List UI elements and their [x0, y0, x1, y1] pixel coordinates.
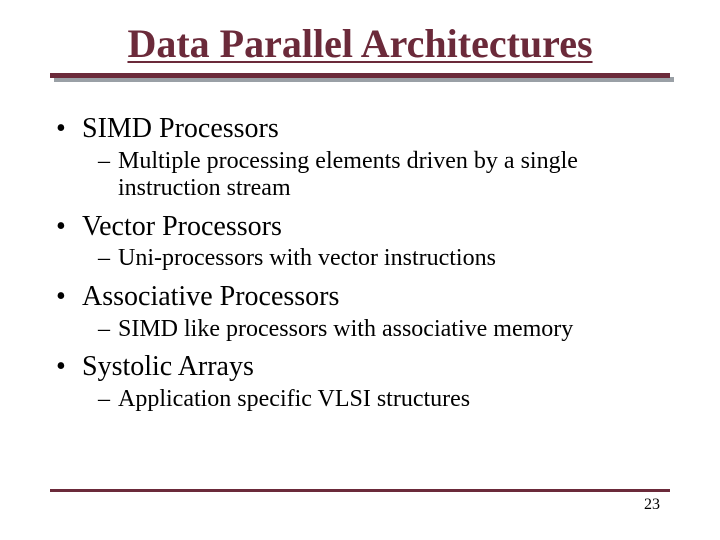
sub-bullet-text: Application specific VLSI structures [118, 386, 470, 414]
bullet-text: Systolic Arrays [82, 350, 254, 384]
sub-bullet-text: Uni-processors with vector instructions [118, 245, 496, 273]
list-item: • Associative Processors [56, 279, 670, 314]
dash-icon: – [98, 316, 118, 343]
bullet-text: Vector Processors [82, 210, 282, 244]
content-area: • SIMD Processors – Multiple processing … [50, 111, 670, 413]
slide-title: Data Parallel Architectures [50, 20, 670, 67]
title-divider [50, 73, 670, 83]
footer-divider [50, 489, 670, 492]
bullet-text: SIMD Processors [82, 112, 279, 146]
bullet-icon: • [56, 279, 82, 311]
bullet-icon: • [56, 111, 82, 143]
slide: Data Parallel Architectures • SIMD Proce… [0, 0, 720, 540]
list-sub-item: – Uni-processors with vector instruction… [56, 245, 670, 273]
list-sub-item: – Application specific VLSI structures [56, 386, 670, 414]
list-item: • Vector Processors [56, 209, 670, 244]
list-item: • SIMD Processors [56, 111, 670, 146]
list-sub-item: – SIMD like processors with associative … [56, 316, 670, 344]
dash-icon: – [98, 245, 118, 272]
bullet-text: Associative Processors [82, 280, 339, 314]
dash-icon: – [98, 386, 118, 413]
sub-bullet-text: SIMD like processors with associative me… [118, 316, 573, 344]
page-number: 23 [644, 496, 660, 514]
sub-bullet-text: Multiple processing elements driven by a… [118, 148, 670, 203]
list-sub-item: – Multiple processing elements driven by… [56, 148, 670, 203]
bullet-icon: • [56, 209, 82, 241]
dash-icon: – [98, 148, 118, 175]
list-item: • Systolic Arrays [56, 349, 670, 384]
bullet-icon: • [56, 349, 82, 381]
